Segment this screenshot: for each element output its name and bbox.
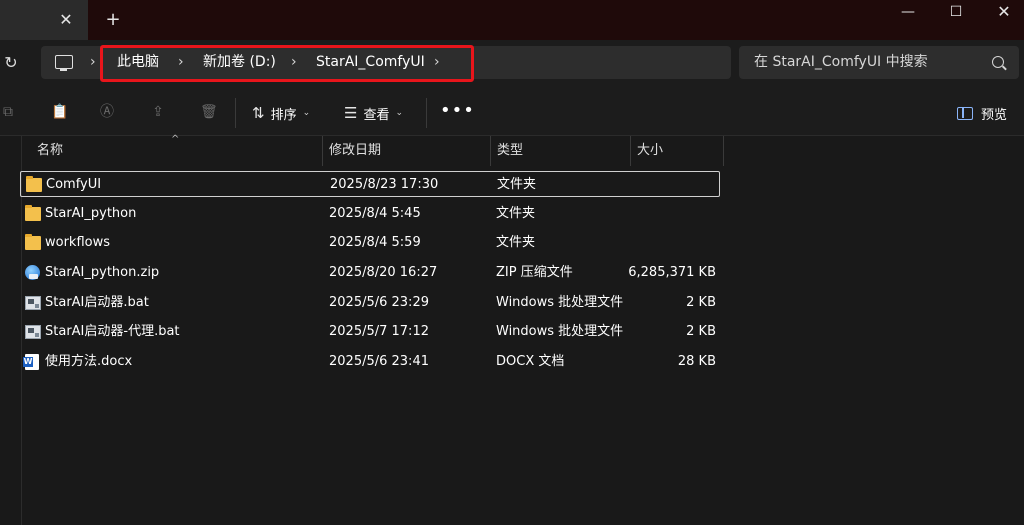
file-name: workflows [45, 235, 111, 250]
file-name: StarAI启动器.bat [45, 295, 149, 310]
sort-icon: ⇅ [252, 104, 265, 122]
tab-close-icon[interactable]: ✕ [56, 10, 76, 30]
search-box[interactable]: 在 StarAI_ComfyUI 中搜索 [739, 46, 1019, 79]
view-button[interactable]: ☰ 查看 ⌄ [344, 102, 403, 124]
breadcrumb-drive-d[interactable]: 新加卷 (D:) [203, 52, 276, 72]
address-bar[interactable]: › 此电脑 › 新加卷 (D:) › StarAI_ComfyUI › [41, 46, 731, 79]
column-resize-handle[interactable] [723, 136, 724, 166]
file-type: ZIP 压缩文件 [496, 265, 573, 280]
column-header-type[interactable]: 类型 [497, 136, 523, 166]
share-icon[interactable]: ⇪ [150, 104, 166, 120]
file-date: 2025/5/6 23:41 [329, 354, 429, 369]
file-date: 2025/5/6 23:29 [329, 295, 429, 310]
file-type: Windows 批处理文件 [496, 324, 624, 339]
sort-ascending-icon: ^ [171, 134, 180, 145]
file-size: 6,285,371 KB [628, 265, 716, 280]
file-name: ComfyUI [46, 177, 102, 192]
batch-file-icon [25, 325, 41, 339]
file-type: 文件夹 [496, 235, 536, 250]
file-row[interactable]: workflows 2025/8/4 5:59 文件夹 [20, 230, 720, 256]
folder-icon [25, 205, 41, 221]
breadcrumb-separator-icon[interactable]: › [90, 52, 96, 72]
search-icon[interactable] [992, 56, 1004, 68]
maximize-icon[interactable]: ☐ [932, 0, 980, 26]
file-name: 使用方法.docx [45, 354, 133, 369]
file-size: 2 KB [686, 324, 716, 339]
breadcrumb-separator-icon[interactable]: › [291, 52, 297, 72]
file-name: StarAI_python [45, 206, 137, 221]
view-icon: ☰ [344, 104, 358, 122]
column-resize-handle[interactable] [490, 136, 491, 166]
toolbar-divider [235, 98, 236, 128]
preview-button[interactable]: 预览 [957, 103, 1007, 123]
file-date: 2025/5/7 17:12 [329, 324, 429, 339]
file-row[interactable]: StarAI启动器-代理.bat 2025/5/7 17:12 Windows … [20, 319, 720, 345]
paste-icon[interactable]: 📋 [51, 104, 68, 120]
sort-label: 排序 [270, 107, 297, 123]
batch-file-icon [25, 296, 41, 310]
chevron-down-icon: ⌄ [302, 108, 311, 118]
breadcrumb-starai-comfyui[interactable]: StarAI_ComfyUI [316, 52, 425, 72]
chevron-down-icon: ⌄ [395, 108, 404, 118]
file-row[interactable]: StarAI_python 2025/8/4 5:45 文件夹 [20, 201, 720, 227]
column-resize-handle[interactable] [322, 136, 323, 166]
column-header-name[interactable]: 名称 [37, 136, 63, 166]
file-date: 2025/8/20 16:27 [329, 265, 438, 280]
word-document-icon [23, 354, 39, 370]
breadcrumb-separator-icon[interactable]: › [178, 52, 184, 72]
copy-icon[interactable]: ⧉ [0, 104, 16, 120]
file-row[interactable]: StarAI_python.zip 2025/8/20 16:27 ZIP 压缩… [20, 260, 720, 286]
breadcrumb-separator-icon[interactable]: › [434, 52, 440, 72]
command-bar: ⧉ 📋 Ⓐ ⇪ 🗑 ⇅ 排序 ⌄ ☰ 查看 ⌄ ••• 预览 [0, 88, 1024, 136]
rename-icon[interactable]: Ⓐ [99, 104, 115, 120]
view-label: 查看 [363, 107, 390, 123]
folder-icon [26, 176, 42, 192]
file-date: 2025/8/23 17:30 [330, 177, 439, 192]
computer-icon[interactable] [55, 55, 73, 71]
breadcrumb-this-pc[interactable]: 此电脑 [117, 52, 159, 72]
folder-icon [25, 234, 41, 250]
sort-button[interactable]: ⇅ 排序 ⌄ [252, 102, 310, 124]
file-type: 文件夹 [497, 177, 537, 192]
new-tab-icon[interactable]: + [103, 10, 123, 30]
file-name: StarAI_python.zip [45, 265, 160, 280]
file-type: DOCX 文档 [496, 354, 565, 369]
more-options-icon[interactable]: ••• [440, 100, 474, 124]
file-date: 2025/8/4 5:45 [329, 206, 421, 221]
file-row[interactable]: StarAI启动器.bat 2025/5/6 23:29 Windows 批处理… [20, 290, 720, 316]
file-row[interactable]: ComfyUI 2025/8/23 17:30 文件夹 [20, 171, 720, 197]
file-size: 28 KB [677, 354, 716, 369]
minimize-icon[interactable]: — [884, 0, 932, 26]
delete-icon[interactable]: 🗑 [200, 104, 218, 120]
refresh-icon[interactable]: ↻ [0, 52, 22, 74]
address-row: ↻ › 此电脑 › 新加卷 (D:) › StarAI_ComfyUI › 在 … [0, 40, 1024, 88]
preview-pane-icon [957, 106, 973, 120]
close-window-icon[interactable]: ✕ [980, 0, 1024, 26]
column-header-row: ^ 名称 修改日期 类型 大小 [0, 134, 1024, 166]
zip-archive-icon [25, 265, 40, 280]
file-row[interactable]: 使用方法.docx 2025/5/6 23:41 DOCX 文档 28 KB [20, 349, 720, 375]
file-type: 文件夹 [496, 206, 536, 221]
file-type: Windows 批处理文件 [496, 295, 624, 310]
column-resize-handle[interactable] [630, 136, 631, 166]
preview-label: 预览 [981, 107, 1008, 123]
column-header-date[interactable]: 修改日期 [329, 136, 381, 166]
window-tab[interactable]: ✕ [0, 0, 88, 40]
search-input[interactable]: 在 StarAI_ComfyUI 中搜索 [754, 53, 928, 71]
title-bar: ✕ + — ☐ ✕ [0, 0, 1024, 40]
toolbar-divider [426, 98, 427, 128]
column-header-size[interactable]: 大小 [637, 136, 663, 166]
file-date: 2025/8/4 5:59 [329, 235, 421, 250]
file-size: 2 KB [686, 295, 716, 310]
file-name: StarAI启动器-代理.bat [45, 324, 180, 339]
